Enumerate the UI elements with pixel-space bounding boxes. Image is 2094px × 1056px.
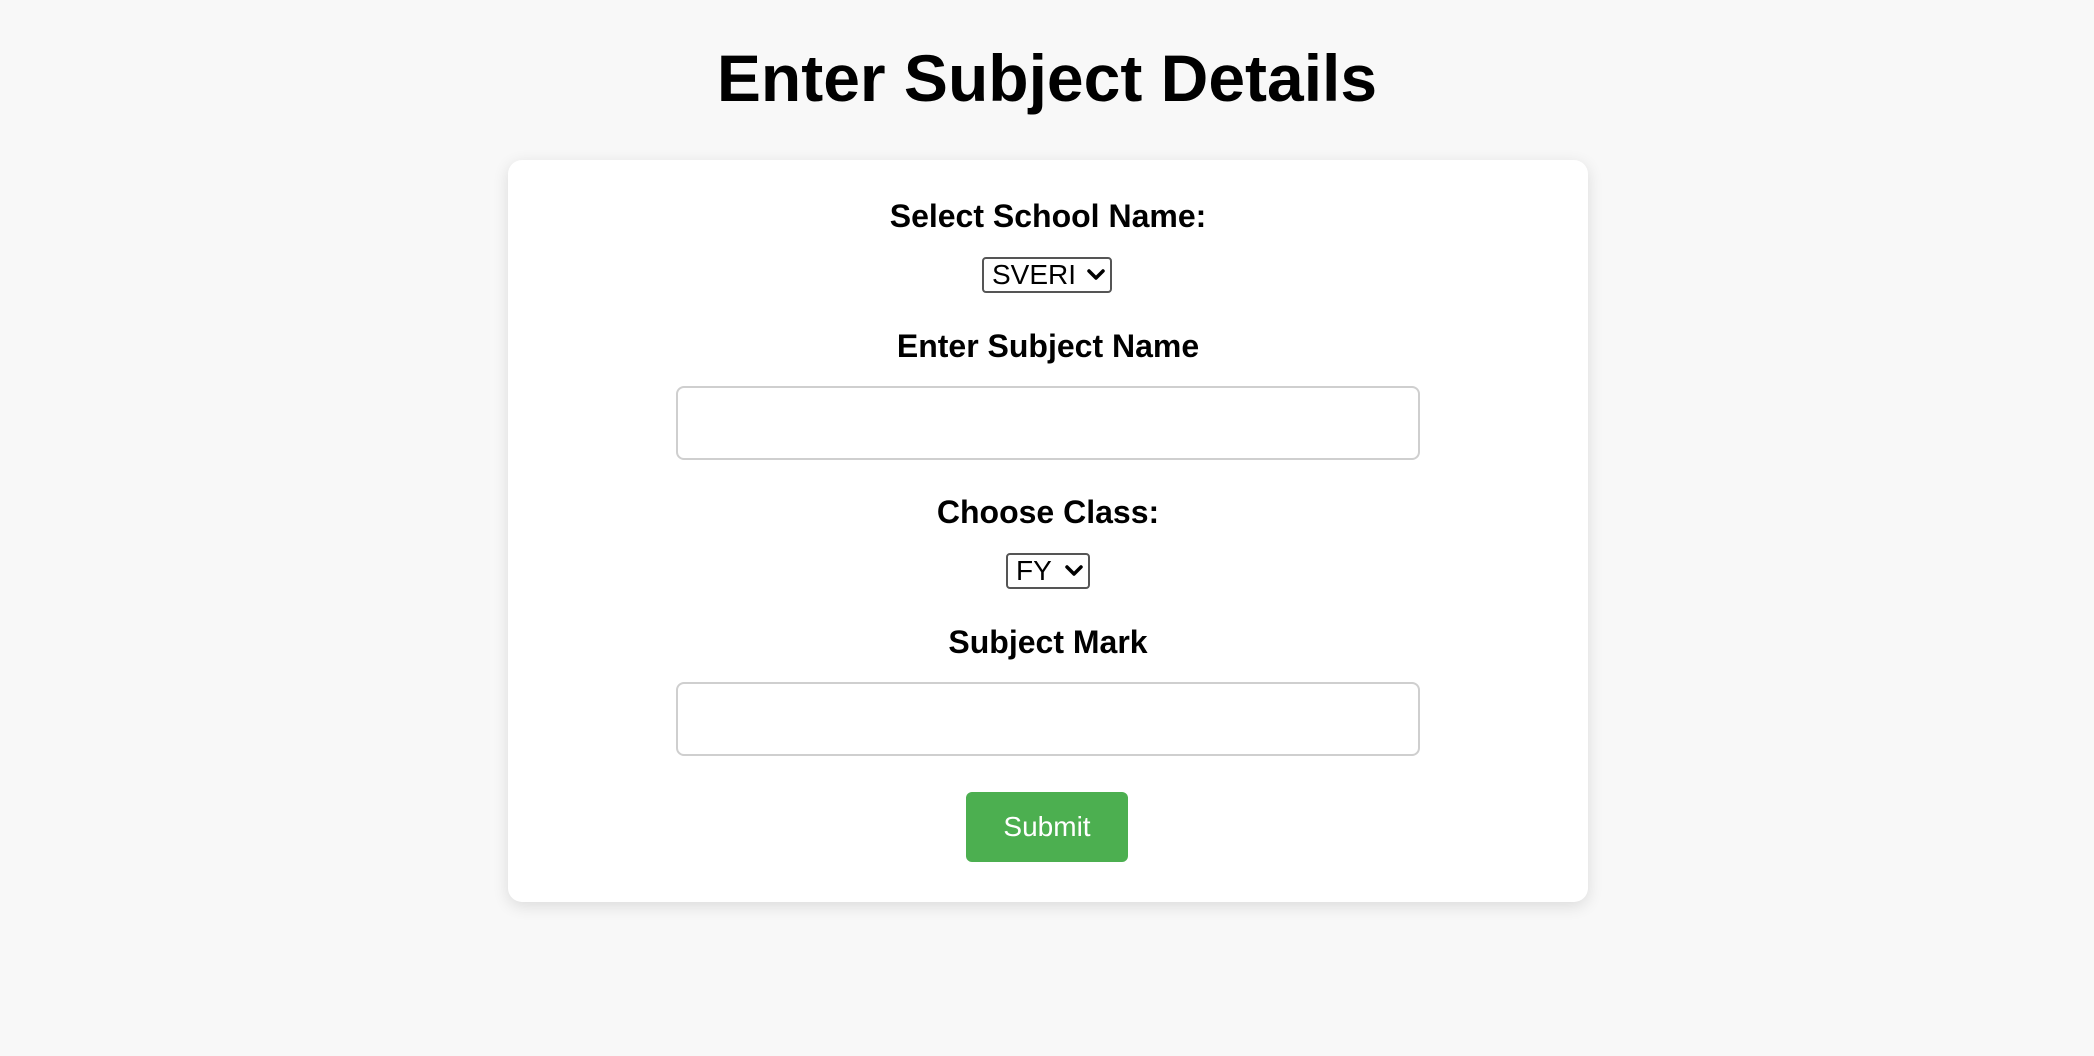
chevron-down-icon (1082, 259, 1110, 291)
school-name-selected-value: SVERI (992, 259, 1077, 290)
chevron-down-icon (1060, 555, 1088, 587)
school-name-select[interactable]: SVERI (982, 257, 1112, 293)
page-title: Enter Subject Details (716, 41, 1378, 115)
subject-mark-label: Subject Mark (948, 624, 1148, 660)
class-select[interactable]: FY (1006, 553, 1090, 589)
school-name-label: Select School Name: (889, 198, 1207, 234)
subject-form: Select School Name: SVERI Enter Subject … (508, 160, 1588, 902)
class-selected-value: FY (1016, 555, 1052, 586)
submit-button[interactable]: Submit (966, 792, 1128, 862)
subject-name-input[interactable] (676, 386, 1420, 460)
subject-name-label: Enter Subject Name (896, 328, 1200, 364)
class-label: Choose Class: (936, 494, 1160, 530)
subject-mark-input[interactable] (676, 682, 1420, 756)
